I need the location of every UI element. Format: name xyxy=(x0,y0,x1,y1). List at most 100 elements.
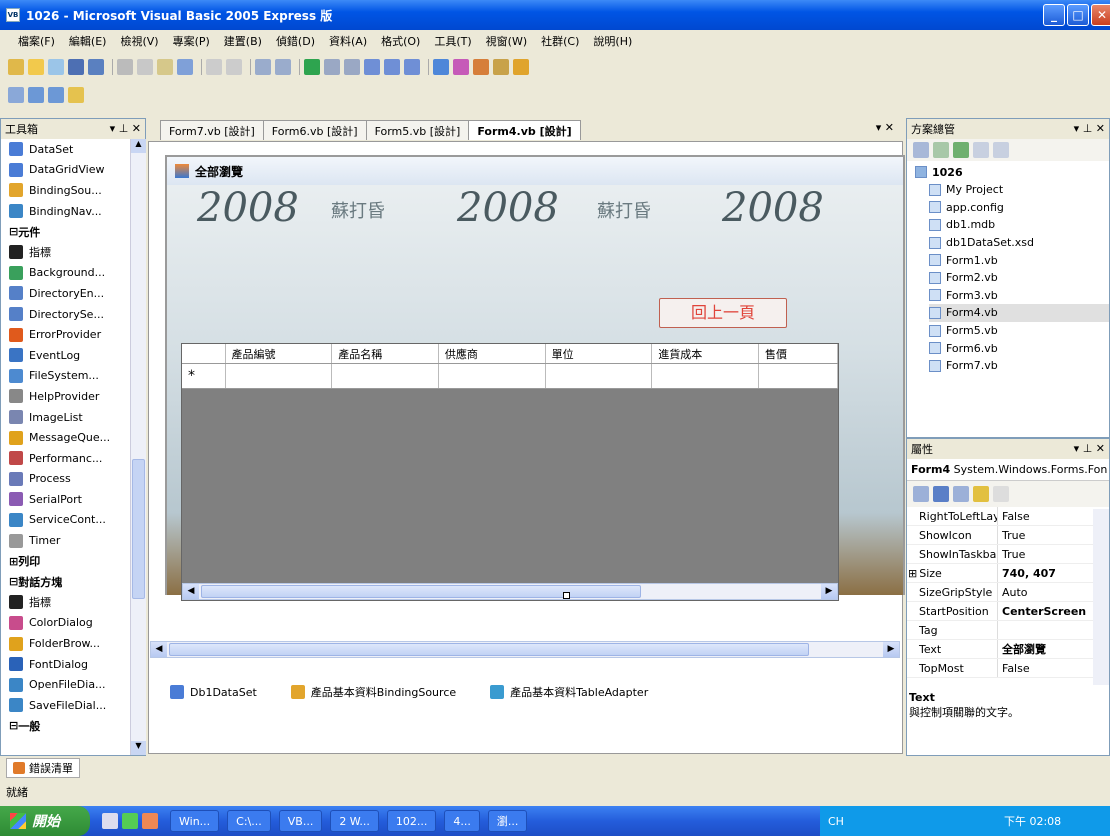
error-list-tab[interactable]: 錯誤清單 xyxy=(6,758,80,778)
expander-icon[interactable]: ⊟ xyxy=(9,719,18,732)
lock-icon[interactable] xyxy=(68,87,84,103)
view-designer-icon[interactable] xyxy=(993,142,1009,158)
solution-item[interactable]: app.config xyxy=(929,199,1109,217)
toolbox-item[interactable]: Background... xyxy=(1,263,129,284)
scroll-right-icon[interactable]: ▶ xyxy=(883,642,899,657)
menu-item[interactable]: 工具(T) xyxy=(434,33,471,49)
toolbox-item[interactable]: Process xyxy=(1,469,129,490)
toolbox-item[interactable]: FolderBrow... xyxy=(1,633,129,654)
size-icon[interactable] xyxy=(28,87,44,103)
toolbox-item[interactable]: Timer xyxy=(1,530,129,551)
step-out-icon[interactable] xyxy=(404,59,420,75)
grid-cell[interactable] xyxy=(759,364,838,388)
toolbox-item[interactable]: HelpProvider xyxy=(1,386,129,407)
close-button[interactable]: ✕ xyxy=(1091,4,1110,26)
taskbar-button[interactable]: 4... xyxy=(444,810,480,832)
scroll-left-icon[interactable]: ◀ xyxy=(183,584,199,599)
toolbox-item[interactable]: FontDialog xyxy=(1,654,129,675)
property-row[interactable]: ShowInTaskbar True xyxy=(907,545,1109,564)
categorized-icon[interactable] xyxy=(913,486,929,502)
undo-icon[interactable] xyxy=(255,59,271,75)
tray-component[interactable]: 產品基本資料BindingSource xyxy=(290,684,456,700)
toolbox-item[interactable]: 指標 xyxy=(1,592,129,613)
toolbox-item[interactable]: DataSet xyxy=(1,139,129,160)
expander-icon[interactable]: ⊞ xyxy=(9,555,18,568)
expand-icon[interactable]: ⊞ xyxy=(908,567,917,580)
refresh-icon[interactable] xyxy=(953,142,969,158)
properties-view-icon[interactable] xyxy=(953,486,969,502)
toolbox-item[interactable]: SaveFileDial... xyxy=(1,695,129,716)
toolbox-item[interactable]: ErrorProvider xyxy=(1,324,129,345)
new-project-icon[interactable] xyxy=(8,59,24,75)
solution-pin-controls[interactable]: ▾ ⊥ ✕ xyxy=(1074,122,1105,135)
column-header[interactable]: 供應商 xyxy=(439,344,546,363)
grid-cell[interactable] xyxy=(332,364,439,388)
toolbox-item[interactable]: MessageQue... xyxy=(1,427,129,448)
toolbox-category[interactable]: ⊟ 對話方塊 xyxy=(1,571,129,592)
toolbox-item[interactable]: DataGridView xyxy=(1,160,129,181)
cut-icon[interactable] xyxy=(117,59,133,75)
object-browser-icon[interactable] xyxy=(473,59,489,75)
back-button[interactable]: 回上一頁 xyxy=(659,298,787,328)
toolbox-item[interactable]: BindingNav... xyxy=(1,201,129,222)
toolbox-item[interactable]: DirectorySe... xyxy=(1,304,129,325)
order-icon[interactable] xyxy=(48,87,64,103)
form-preview[interactable]: 全部瀏覽 2008 蘇打昏 2008 蘇打昏 2008 回上一頁 產品編號 產品名… xyxy=(165,155,905,601)
toolbox-pin-controls[interactable]: ▾ ⊥ ✕ xyxy=(110,122,141,135)
toolbox-category[interactable]: ⊟ 元件 xyxy=(1,221,129,242)
save-icon[interactable] xyxy=(68,59,84,75)
menu-item[interactable]: 說明(H) xyxy=(593,33,632,49)
redo-icon[interactable] xyxy=(275,59,291,75)
grid-cell[interactable] xyxy=(546,364,653,388)
taskbar-button[interactable]: 2 W... xyxy=(330,810,379,832)
column-header[interactable]: 產品名稱 xyxy=(332,344,439,363)
toolbox-item[interactable]: ImageList xyxy=(1,407,129,428)
tray-component[interactable]: Db1DataSet xyxy=(170,684,257,700)
resize-handle[interactable] xyxy=(563,592,570,599)
solution-item[interactable]: Form5.vb xyxy=(929,322,1109,340)
toolbox-item[interactable]: FileSystem... xyxy=(1,366,129,387)
solution-item[interactable]: Form3.vb xyxy=(929,287,1109,305)
grid-new-row[interactable]: * xyxy=(182,364,838,389)
properties-scrollbar[interactable] xyxy=(1093,509,1109,685)
menu-item[interactable]: 格式(O) xyxy=(381,33,420,49)
alphabetical-icon[interactable] xyxy=(933,486,949,502)
menu-item[interactable]: 社群(C) xyxy=(541,33,579,49)
solution-item[interactable]: Form4.vb xyxy=(929,304,1109,322)
stop-icon[interactable] xyxy=(344,59,360,75)
tab-list-close[interactable]: ▾ ✕ xyxy=(876,121,894,134)
grid-cell[interactable] xyxy=(439,364,546,388)
show-all-files-icon[interactable] xyxy=(933,142,949,158)
taskbar-button[interactable]: Win... xyxy=(170,810,220,832)
uncomment-icon[interactable] xyxy=(226,59,242,75)
toolbox-item[interactable]: DirectoryEn... xyxy=(1,283,129,304)
events-icon[interactable] xyxy=(973,486,989,502)
start-page-icon[interactable] xyxy=(513,59,529,75)
solution-item[interactable]: Form6.vb xyxy=(929,339,1109,357)
properties-icon[interactable] xyxy=(913,142,929,158)
designer-horizontal-scrollbar[interactable]: ◀ ▶ xyxy=(150,641,900,658)
property-row[interactable]: Tag xyxy=(907,621,1109,640)
property-row[interactable]: Text 全部瀏覽 xyxy=(907,640,1109,659)
toolbox-item[interactable]: SerialPort xyxy=(1,489,129,510)
taskbar-button[interactable]: C:\... xyxy=(227,810,271,832)
toolbox-item[interactable]: OpenFileDia... xyxy=(1,674,129,695)
tab-form6[interactable]: Form6.vb [設計] xyxy=(262,120,367,140)
toolbox-scrollbar[interactable]: ▲ ▼ xyxy=(130,139,146,755)
solution-explorer-icon[interactable] xyxy=(433,59,449,75)
column-header[interactable]: 進貨成本 xyxy=(652,344,759,363)
toolbox-item[interactable]: BindingSou... xyxy=(1,180,129,201)
menu-item[interactable]: 資料(A) xyxy=(329,33,367,49)
toolbox-scroll-thumb[interactable] xyxy=(132,459,145,599)
step-into-icon[interactable] xyxy=(364,59,380,75)
solution-item[interactable]: Form2.vb xyxy=(929,269,1109,287)
taskbar-button[interactable]: 瀏... xyxy=(487,810,528,832)
scroll-right-icon[interactable]: ▶ xyxy=(821,584,837,599)
scroll-down-icon[interactable]: ▼ xyxy=(131,741,146,755)
property-row[interactable]: ShowIcon True xyxy=(907,526,1109,545)
media-icon[interactable] xyxy=(142,813,158,829)
menu-item[interactable]: 檢視(V) xyxy=(120,33,158,49)
toolbox-category[interactable]: ⊟ 一般 xyxy=(1,716,129,737)
expander-icon[interactable]: ⊟ xyxy=(9,225,18,238)
column-header[interactable]: 單位 xyxy=(546,344,653,363)
